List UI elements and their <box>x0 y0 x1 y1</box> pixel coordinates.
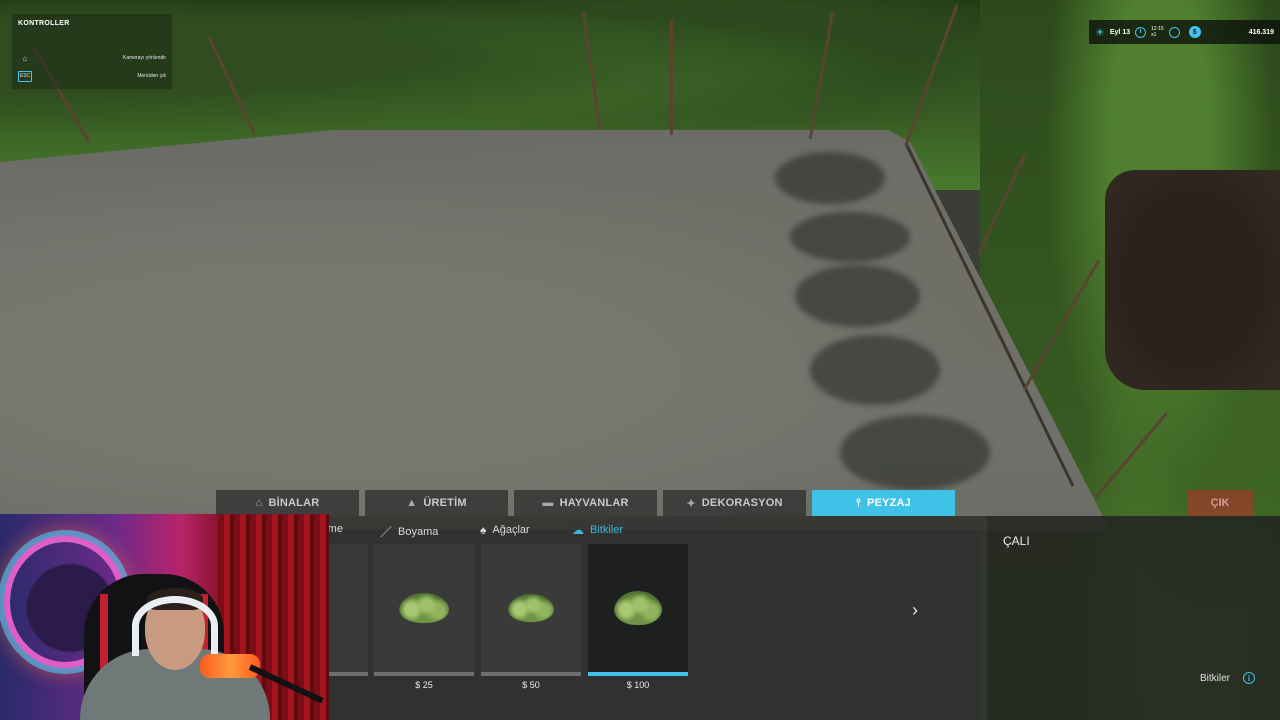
tab-peyzaj[interactable]: ⫯ PEYZAJ <box>812 490 955 516</box>
tab-dekorasyon[interactable]: ✦ DEKORASYON <box>663 490 806 516</box>
controls-label: Menüden çık <box>137 73 166 79</box>
hud-money: 416.319 <box>1248 28 1274 36</box>
hud-time: 12:15 x1 <box>1151 26 1164 38</box>
subtab-label: Bitkiler <box>590 524 624 536</box>
item-price: $ 25 <box>415 680 433 690</box>
chevron-right-icon[interactable]: › <box>912 600 918 621</box>
controls-help-panel: KONTROLLER ⌂ Kamerayı yönlendir ESC Menü… <box>12 14 172 89</box>
item-info-panel: ÇALI Bitkiler i <box>987 516 1280 720</box>
hud-time-scale: x1 <box>1151 32 1157 38</box>
tree-shadow <box>840 415 990 490</box>
item-card[interactable] <box>481 544 581 676</box>
item-bar <box>588 672 688 676</box>
item-card[interactable] <box>328 544 368 676</box>
building-icon: ⌂ <box>255 497 263 509</box>
item-card-selected[interactable] <box>588 544 688 676</box>
tab-label: BİNALAR <box>268 497 320 509</box>
mouse-icon: ⌂ <box>22 53 28 63</box>
category-tabs: ⌂ BİNALAR ▲ ÜRETİM ▬ HAYVANLAR ✦ DEKORAS… <box>216 490 955 516</box>
clock-icon <box>1135 26 1147 38</box>
subcategory-tabs: rme ／ Boyama ♠ Ağaçlar ☁ Bitkiler <box>216 516 987 544</box>
tab-binalar[interactable]: ⌂ BİNALAR <box>216 490 359 516</box>
tree-shadow <box>790 212 910 262</box>
esc-key: ESC <box>18 70 32 82</box>
item-bar <box>374 672 474 676</box>
time-speed-icon <box>1168 26 1180 38</box>
item-card[interactable] <box>374 544 474 676</box>
subtab-bitkiler[interactable]: ☁ Bitkiler <box>572 523 623 537</box>
item-category: Bitkiler <box>1200 673 1231 684</box>
bush-image <box>399 593 449 623</box>
weather-sun-icon: ☀ <box>1095 26 1105 39</box>
subtab-label: Boyama <box>398 525 439 538</box>
tab-label: HAYVANLAR <box>559 497 629 509</box>
webcam-overlay <box>0 514 329 720</box>
exit-button[interactable]: ÇIK <box>1187 490 1253 516</box>
production-icon: ▲ <box>406 497 418 509</box>
controls-title: KONTROLLER <box>18 20 70 27</box>
top-hud: ☀ Eyl 13 12:15 x1 $ 416.319 <box>1089 20 1280 44</box>
item-bar <box>328 672 368 676</box>
item-title: ÇALI <box>1003 534 1030 548</box>
tab-hayvanlar[interactable]: ▬ HAYVANLAR <box>514 490 657 516</box>
plant-icon: ☁ <box>572 523 584 537</box>
money-icon: $ <box>1188 26 1201 38</box>
hud-date: Eyl 13 <box>1109 28 1131 36</box>
controls-label: Kamerayı yönlendir <box>122 55 166 61</box>
item-bar <box>481 672 581 676</box>
tab-label: ÜRETİM <box>423 497 467 509</box>
tab-uretim[interactable]: ▲ ÜRETİM <box>365 490 508 516</box>
headset <box>132 596 218 656</box>
item-thumbnail <box>588 544 688 672</box>
subtab-agaclar[interactable]: ♠ Ağaçlar <box>480 523 530 537</box>
tree-shadow <box>810 335 940 405</box>
item-thumbnail <box>481 544 581 672</box>
subtab-label: Ağaçlar <box>492 524 530 536</box>
info-icon[interactable]: i <box>1243 672 1255 684</box>
construction-panel: rme ／ Boyama ♠ Ağaçlar ☁ Bitkiler $ 25 $… <box>216 516 987 720</box>
controls-row: ⌂ Kamerayı yönlendir <box>18 49 166 67</box>
item-thumbnail <box>374 544 474 672</box>
subtab-boyama[interactable]: ／ Boyama <box>380 523 438 540</box>
item-price: $ 50 <box>522 680 540 690</box>
landscape-icon: ⫯ <box>856 496 861 509</box>
tree-shadow <box>795 265 920 327</box>
tab-label: DEKORASYON <box>701 497 783 509</box>
bush-image <box>508 594 554 622</box>
tab-label: PEYZAJ <box>867 497 911 509</box>
tree-shadow <box>775 152 885 204</box>
controls-row: ESC Menüden çık <box>18 67 166 85</box>
dirt-patch <box>1105 170 1280 390</box>
bush-image <box>614 591 662 625</box>
tree-trunk <box>670 20 673 135</box>
cow-icon: ▬ <box>542 497 554 509</box>
brush-icon: ／ <box>380 525 393 539</box>
item-price: $ 100 <box>626 680 650 690</box>
tree-icon: ♠ <box>480 523 487 537</box>
decoration-icon: ✦ <box>686 497 696 510</box>
